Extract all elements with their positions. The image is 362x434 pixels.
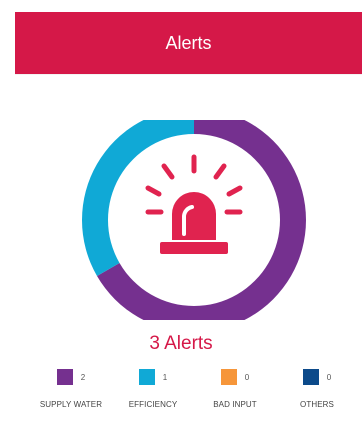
legend-item-efficiency[interactable]: 1 EFFICIENCY — [112, 368, 194, 409]
panel-divider — [15, 74, 362, 75]
legend-swatch-others — [302, 369, 319, 385]
legend-value-efficiency: 1 — [162, 372, 168, 382]
legend-label-others: OTHERS — [300, 400, 334, 409]
legend-swatch-efficiency — [138, 369, 155, 385]
donut-svg — [82, 120, 306, 320]
legend-item-bad-input[interactable]: 0 BAD INPUT — [194, 368, 276, 409]
header-title: Alerts — [165, 32, 212, 53]
alerts-count: 3 Alerts — [149, 333, 213, 354]
legend-swatch-bad-input — [220, 369, 237, 385]
chart-legend: 2 SUPPLY WATER 1 EFFICIENCY 0 BAD INPUT … — [30, 368, 360, 409]
alerts-header: Alerts — [15, 12, 362, 74]
legend-value-others: 0 — [326, 372, 332, 382]
legend-swatch-supply-water — [56, 369, 73, 385]
legend-value-supply-water: 2 — [80, 372, 86, 382]
legend-label-supply-water: SUPPLY WATER — [39, 400, 103, 409]
legend-item-supply-water[interactable]: 2 SUPPLY WATER — [30, 368, 112, 409]
legend-item-others[interactable]: 0 OTHERS — [276, 368, 358, 409]
alerts-donut-chart — [81, 120, 307, 320]
legend-value-bad-input: 0 — [244, 372, 250, 382]
legend-label-bad-input: BAD INPUT — [213, 400, 257, 409]
alarm-siren-icon — [145, 154, 243, 254]
legend-label-efficiency: EFFICIENCY — [128, 400, 178, 409]
